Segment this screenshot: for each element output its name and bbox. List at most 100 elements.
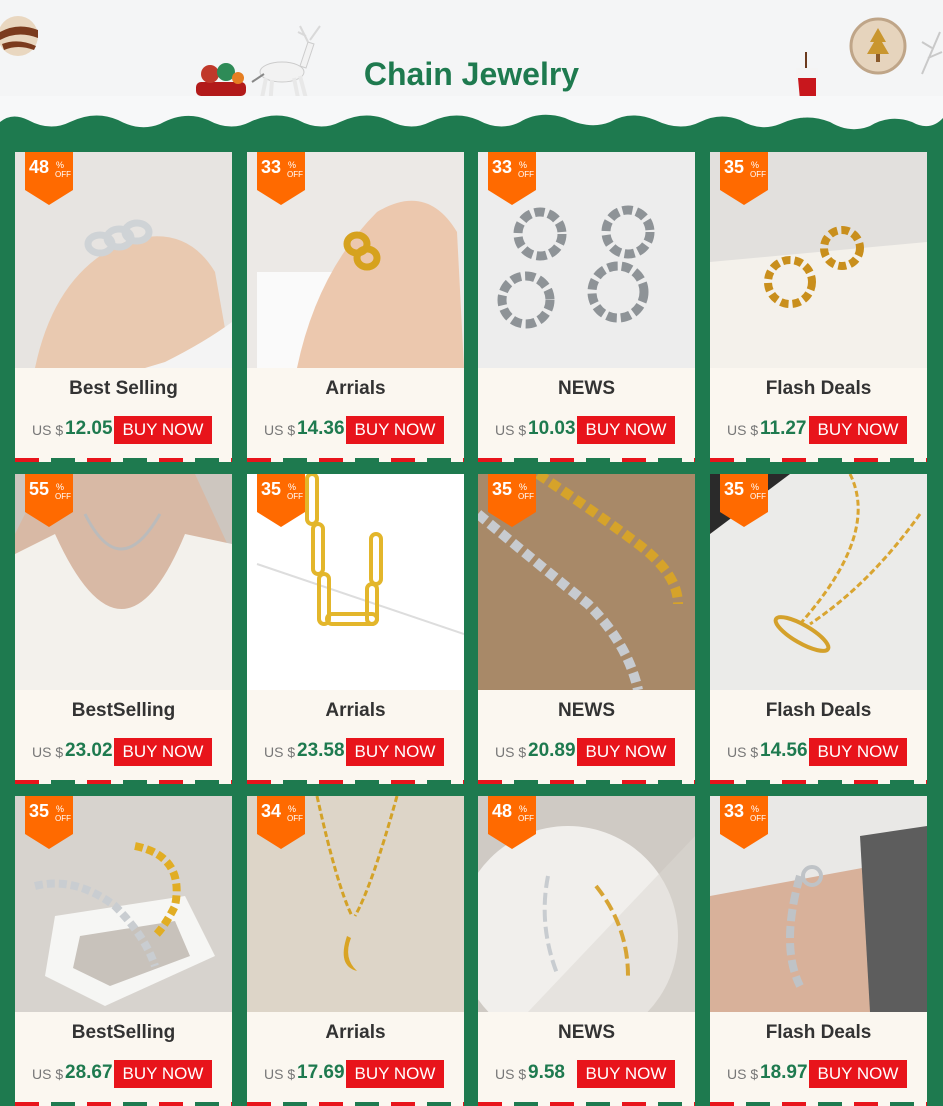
- card-stripe: [15, 458, 232, 462]
- price-amount: 23.02: [65, 740, 113, 761]
- product-card-5[interactable]: 55 % OFF BestSelling US $ 23.02 BUY NOW: [15, 474, 232, 784]
- discount-off-label: OFF: [55, 492, 71, 501]
- price-row: US $ 10.03 BUY NOW: [478, 416, 695, 444]
- price-currency: US $: [495, 422, 527, 438]
- product-card-12[interactable]: 33 % OFF Flash Deals US $ 18.97 BUY NOW: [710, 796, 927, 1106]
- buy-now-button[interactable]: BUY NOW: [346, 738, 444, 766]
- discount-off-label: OFF: [55, 814, 71, 823]
- product-category[interactable]: Flash Deals: [710, 378, 927, 400]
- discount-percent-sign: %: [56, 160, 65, 170]
- product-card-3[interactable]: 33 % OFF NEWS US $ 10.03 BUY NOW: [478, 152, 695, 462]
- product-card-7[interactable]: 35 % OFF NEWS US $ 20.89 BUY NOW: [478, 474, 695, 784]
- product-card-8[interactable]: 35 % OFF Flash Deals US $ 14.56 BUY NOW: [710, 474, 927, 784]
- product-category[interactable]: Flash Deals: [710, 700, 927, 722]
- holiday-banner: Chain Jewelry: [0, 0, 943, 140]
- discount-percent-sign: %: [288, 804, 297, 814]
- buy-now-button[interactable]: BUY NOW: [577, 738, 675, 766]
- price-currency: US $: [264, 744, 296, 760]
- discount-percent-sign: %: [56, 482, 65, 492]
- product-category[interactable]: NEWS: [478, 378, 695, 400]
- price-amount: 12.05: [65, 418, 113, 439]
- product-card-10[interactable]: 34 % OFF Arrials US $ 17.69 BUY NOW: [247, 796, 464, 1106]
- discount-percent-sign: %: [288, 482, 297, 492]
- product-category[interactable]: Arrials: [247, 1022, 464, 1044]
- discount-number: 55: [29, 479, 50, 499]
- card-stripe: [710, 1102, 927, 1106]
- discount-badge: 35 % OFF: [720, 152, 768, 205]
- discount-badge: 33 % OFF: [257, 152, 305, 205]
- card-stripe: [478, 780, 695, 784]
- discount-badge: 35 % OFF: [720, 474, 768, 527]
- product-category[interactable]: Arrials: [247, 378, 464, 400]
- card-stripe: [247, 780, 464, 784]
- price-row: US $ 23.02 BUY NOW: [15, 738, 232, 766]
- discount-off-label: OFF: [518, 814, 534, 823]
- discount-off-label: OFF: [750, 492, 766, 501]
- buy-now-button[interactable]: BUY NOW: [577, 1060, 675, 1088]
- discount-number: 35: [261, 479, 282, 499]
- product-category[interactable]: Arrials: [247, 700, 464, 722]
- card-stripe: [247, 458, 464, 462]
- discount-off-label: OFF: [287, 814, 303, 823]
- buy-now-button[interactable]: BUY NOW: [809, 416, 907, 444]
- discount-number: 48: [492, 801, 513, 821]
- product-category[interactable]: NEWS: [478, 700, 695, 722]
- buy-now-button[interactable]: BUY NOW: [114, 416, 212, 444]
- price-amount: 14.36: [297, 418, 345, 439]
- discount-number: 33: [724, 801, 745, 821]
- price-amount: 20.89: [528, 740, 576, 761]
- price-amount: 11.27: [760, 418, 807, 439]
- buy-now-button[interactable]: BUY NOW: [346, 1060, 444, 1088]
- buy-now-button[interactable]: BUY NOW: [346, 416, 444, 444]
- price-currency: US $: [264, 1066, 296, 1082]
- product-card-11[interactable]: 48 % OFF NEWS US $ 9.58 BUY NOW: [478, 796, 695, 1106]
- product-category[interactable]: BestSelling: [15, 1022, 232, 1044]
- discount-off-label: OFF: [750, 170, 766, 179]
- price-amount: 23.58: [297, 740, 345, 761]
- card-stripe: [710, 458, 927, 462]
- product-card-1[interactable]: 48 % OFF Best Selling US $ 12.05 BUY NOW: [15, 152, 232, 462]
- price-amount: 18.97: [760, 1062, 808, 1083]
- price-currency: US $: [495, 744, 527, 760]
- discount-off-label: OFF: [287, 170, 303, 179]
- buy-now-button[interactable]: BUY NOW: [809, 738, 907, 766]
- price-amount: 14.56: [760, 740, 808, 761]
- page-title: Chain Jewelry: [363, 56, 580, 92]
- price-row: US $ 20.89 BUY NOW: [478, 738, 695, 766]
- product-category[interactable]: Best Selling: [15, 378, 232, 400]
- buy-now-button[interactable]: BUY NOW: [114, 738, 212, 766]
- price-amount: 17.69: [297, 1062, 345, 1083]
- product-card-2[interactable]: 33 % OFF Arrials US $ 14.36 BUY NOW: [247, 152, 464, 462]
- buy-now-button[interactable]: BUY NOW: [809, 1060, 907, 1088]
- card-stripe: [15, 780, 232, 784]
- discount-percent-sign: %: [56, 804, 65, 814]
- product-category[interactable]: NEWS: [478, 1022, 695, 1044]
- product-category[interactable]: BestSelling: [15, 700, 232, 722]
- card-stripe: [478, 458, 695, 462]
- price-row: US $ 28.67 BUY NOW: [15, 1060, 232, 1088]
- price-currency: US $: [727, 422, 759, 438]
- price-row: US $ 17.69 BUY NOW: [247, 1060, 464, 1088]
- product-card-6[interactable]: 35 % OFF Arrials US $ 23.58 BUY NOW: [247, 474, 464, 784]
- discount-percent-sign: %: [519, 804, 528, 814]
- discount-badge: 55 % OFF: [25, 474, 73, 527]
- discount-badge: 35 % OFF: [257, 474, 305, 527]
- card-stripe: [247, 1102, 464, 1106]
- price-row: US $ 23.58 BUY NOW: [247, 738, 464, 766]
- discount-number: 33: [492, 157, 513, 177]
- product-card-4[interactable]: 35 % OFF Flash Deals US $ 11.27 BUY NOW: [710, 152, 927, 462]
- price-row: US $ 18.97 BUY NOW: [710, 1060, 927, 1088]
- discount-badge: 33 % OFF: [488, 152, 536, 205]
- discount-number: 33: [261, 157, 282, 177]
- discount-badge: 35 % OFF: [25, 796, 73, 849]
- price-currency: US $: [495, 1066, 527, 1082]
- product-category[interactable]: Flash Deals: [710, 1022, 927, 1044]
- buy-now-button[interactable]: BUY NOW: [577, 416, 675, 444]
- buy-now-button[interactable]: BUY NOW: [114, 1060, 212, 1088]
- price-currency: US $: [32, 744, 64, 760]
- discount-badge: 48 % OFF: [488, 796, 536, 849]
- price-currency: US $: [32, 1066, 64, 1082]
- discount-number: 34: [261, 801, 282, 821]
- product-card-9[interactable]: 35 % OFF BestSelling US $ 28.67 BUY NOW: [15, 796, 232, 1106]
- price-row: US $ 14.56 BUY NOW: [710, 738, 927, 766]
